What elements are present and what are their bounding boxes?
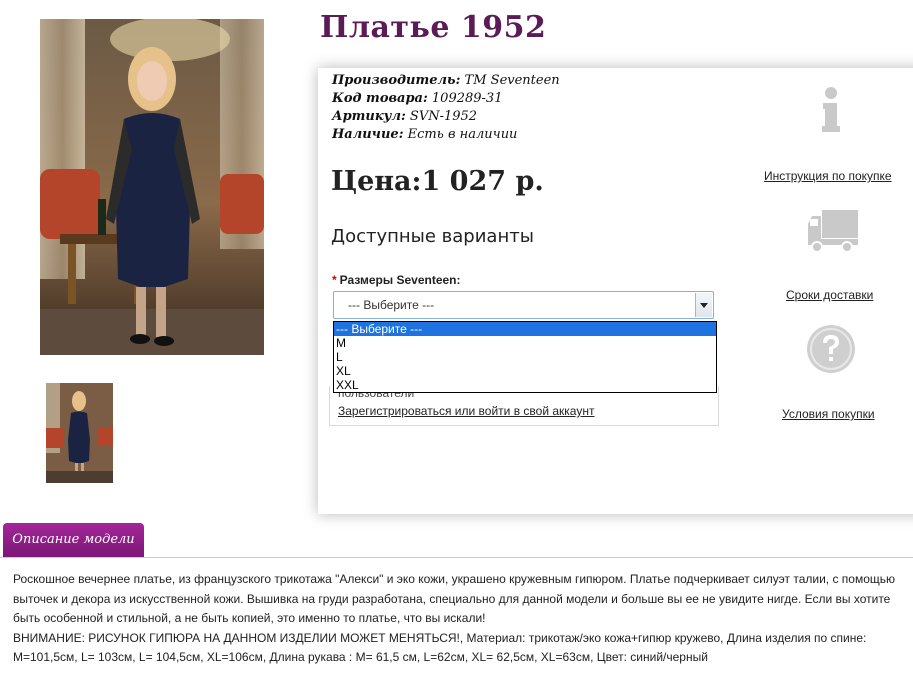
question-icon (807, 325, 855, 373)
delivery-terms-link[interactable]: Сроки доставки (786, 288, 873, 302)
purchase-instructions-link[interactable]: Инструкция по покупке (764, 169, 892, 183)
register-login-link[interactable]: Зарегистрироваться или войти в свой акка… (338, 404, 594, 418)
product-main-image[interactable] (40, 19, 264, 355)
meta-label: Код товара: (332, 91, 428, 106)
meta-label: Наличие: (332, 127, 404, 142)
description-paragraph: Роскошное вечернее платье, из французско… (13, 572, 896, 625)
product-info-panel: Производитель: TM Seventeen Код товара: … (318, 68, 913, 514)
size-option-l[interactable]: L (334, 350, 716, 364)
meta-value: 109289-31 (427, 91, 503, 106)
truck-icon (808, 210, 858, 253)
product-price: Цена:1 027 р. (331, 166, 544, 197)
meta-availability: Наличие: Есть в наличии (332, 126, 560, 144)
variants-title: Доступные варианты (331, 226, 534, 247)
size-select-value: --- Выберите --- (348, 298, 435, 312)
meta-label: Артикул: (332, 109, 406, 124)
chevron-down-icon[interactable] (695, 293, 712, 317)
tab-description[interactable]: Описание модели (3, 523, 144, 557)
dress-thumbnail-photo (46, 383, 113, 483)
meta-value: Есть в наличии (403, 127, 518, 142)
product-title: Платье 1952 (320, 10, 547, 45)
meta-value: SVN-1952 (405, 109, 478, 124)
purchase-conditions-link[interactable]: Условия покупки (782, 407, 875, 421)
meta-value: TM Seventeen (460, 73, 560, 88)
product-meta: Производитель: TM Seventeen Код товара: … (332, 72, 560, 144)
meta-manufacturer: Производитель: TM Seventeen (332, 72, 560, 90)
dress-photo (40, 19, 264, 355)
meta-article: Артикул: SVN-1952 (332, 108, 560, 126)
size-label: * Размеры Seventeen: (332, 273, 461, 287)
size-dropdown-list[interactable]: --- Выберите --- M L XL XXL (333, 321, 717, 393)
info-icon (822, 87, 840, 132)
description-box: Роскошное вечернее платье, из французско… (0, 557, 913, 689)
product-thumbnail[interactable] (46, 383, 113, 483)
size-option-m[interactable]: M (334, 336, 716, 350)
meta-label: Производитель: (332, 73, 461, 88)
description-text: Роскошное вечернее платье, из французско… (13, 570, 913, 668)
meta-product-code: Код товара: 109289-31 (332, 90, 560, 108)
required-mark: * (332, 273, 337, 287)
size-option-xxl[interactable]: XXL (334, 378, 716, 392)
size-option-xl[interactable]: XL (334, 364, 716, 378)
description-notice: ВНИМАНИЕ: РИСУНОК ГИПЮРА НА ДАННОМ ИЗДЕЛ… (13, 630, 460, 645)
size-label-text: Размеры Seventeen: (339, 273, 461, 287)
size-option-placeholder[interactable]: --- Выберите --- (334, 322, 716, 336)
size-select[interactable]: --- Выберите --- (333, 291, 714, 319)
